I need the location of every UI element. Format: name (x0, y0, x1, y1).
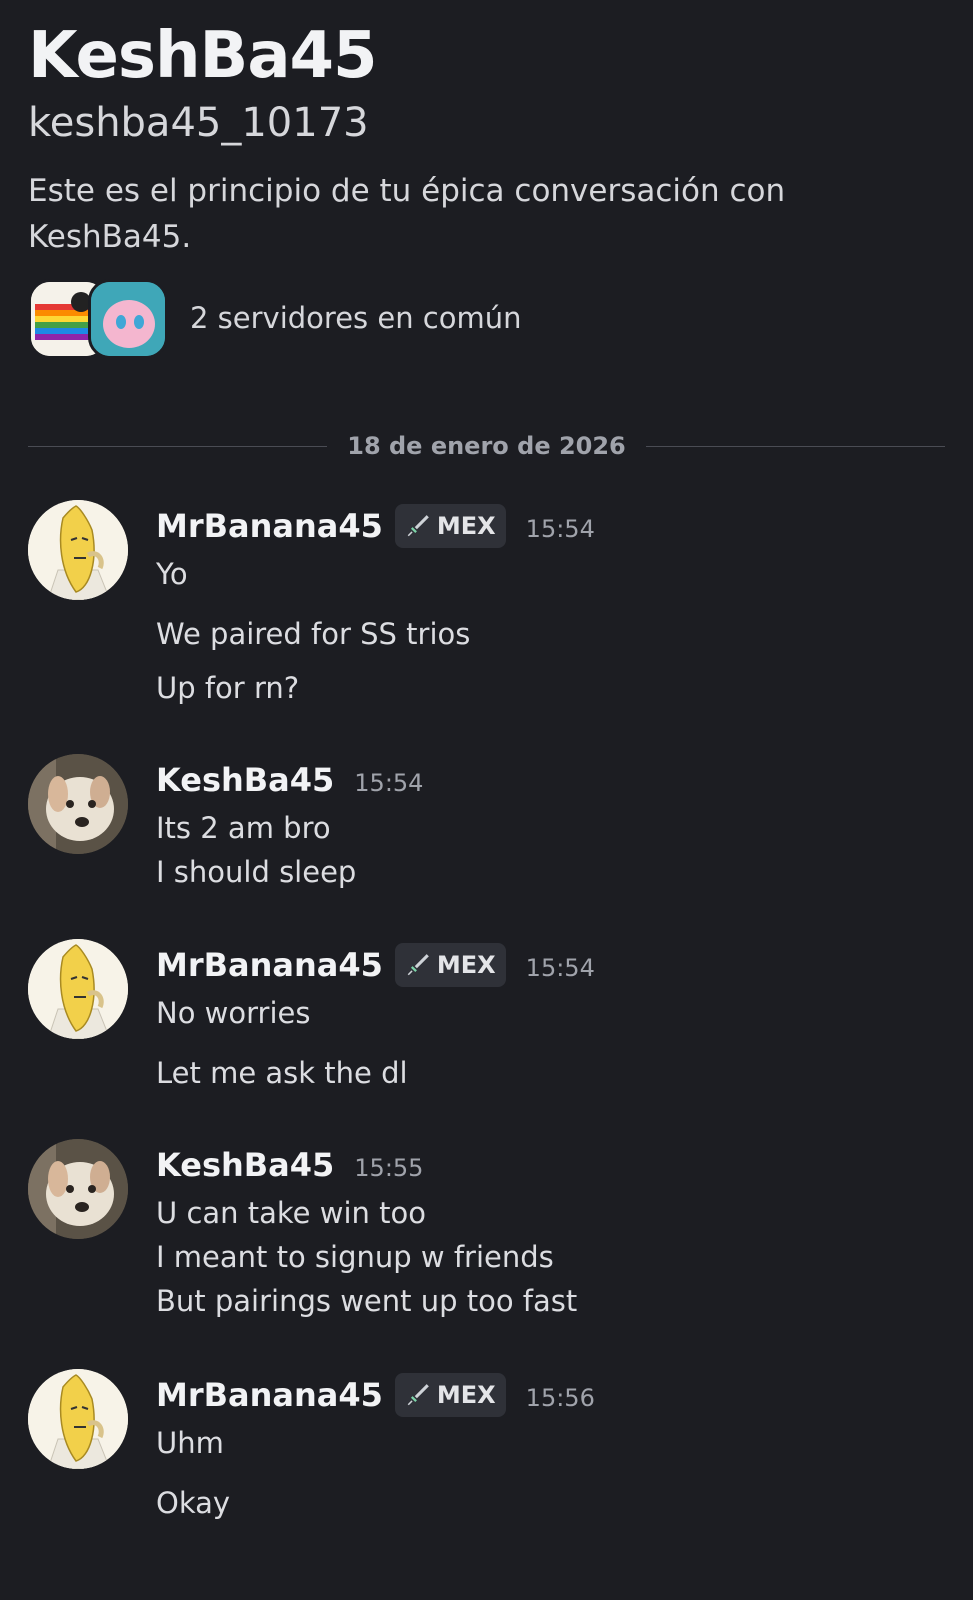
message-author[interactable]: MrBanana45 (156, 1376, 383, 1414)
message-header: KeshBa45 15:55 (156, 1139, 953, 1191)
profile-display-name: KeshBa45 (28, 19, 378, 93)
server-tag-label: MEX (436, 1381, 496, 1409)
message-text: Yo (156, 557, 188, 591)
message-text: U can take win too (156, 1196, 426, 1230)
mutual-servers[interactable]: 2 servidores en común (28, 278, 945, 359)
message-content: MrBanana45 MEX 15:56 Uhm Okay (156, 1369, 953, 1523)
message-text: Uhm (156, 1426, 224, 1460)
sword-icon (405, 513, 431, 539)
message-content: KeshBa45 15:54 Its 2 am bro I should sle… (156, 754, 953, 892)
message-author[interactable]: MrBanana45 (156, 507, 383, 545)
conversation-intro-text: Este es el principio de tu épica convers… (28, 173, 786, 255)
message-timestamp: 15:56 (525, 1384, 595, 1412)
sword-icon (405, 1382, 431, 1408)
message-header: MrBanana45 MEX 15:54 (156, 939, 953, 991)
message-text: Let me ask the dl (156, 1056, 408, 1090)
avatar[interactable] (28, 1139, 128, 1239)
avatar[interactable] (28, 939, 128, 1039)
message-timestamp: 15:54 (354, 769, 424, 797)
message-header: MrBanana45 MEX 15:56 (156, 1369, 953, 1421)
profile-username: keshba45_10173 (28, 100, 369, 146)
server-tag[interactable]: MEX (394, 943, 506, 987)
message-text: No worries (156, 996, 311, 1030)
avatar[interactable] (28, 1369, 128, 1469)
sword-icon (405, 952, 431, 978)
message-header: MrBanana45 MEX 15:54 (156, 500, 953, 552)
avatar[interactable] (28, 754, 128, 854)
message-text: Okay (156, 1486, 231, 1520)
message-text: I should sleep (156, 855, 357, 889)
message-timestamp: 15:54 (525, 515, 595, 543)
message-text: But pairings went up too fast (156, 1284, 578, 1318)
server-tag[interactable]: MEX (394, 504, 506, 548)
message-text: Its 2 am bro (156, 811, 331, 845)
message-author[interactable]: KeshBa45 (156, 1146, 334, 1184)
message-text: Up for rn? (156, 671, 300, 705)
message-timestamp: 15:55 (354, 1154, 424, 1182)
message-content: MrBanana45 MEX 15:54 No worries Let me a… (156, 939, 953, 1093)
divider-line-right (645, 445, 945, 447)
server-icon-mew[interactable] (88, 279, 168, 359)
message-text: I meant to signup w friends (156, 1240, 554, 1274)
message-author[interactable]: KeshBa45 (156, 761, 334, 799)
message-timestamp: 15:54 (525, 954, 595, 982)
server-tag-label: MEX (436, 512, 496, 540)
mutual-server-icons[interactable] (28, 279, 168, 359)
message-text: We paired for SS trios (156, 617, 471, 651)
message-content: KeshBa45 15:55 U can take win too I mean… (156, 1139, 953, 1321)
server-tag-label: MEX (436, 951, 496, 979)
message-author[interactable]: MrBanana45 (156, 946, 383, 984)
message-header: KeshBa45 15:54 (156, 754, 953, 806)
dm-profile-header: KeshBa45 keshba45_10173 Este es el princ… (28, 18, 945, 359)
mutual-servers-label[interactable]: 2 servidores en común (190, 301, 522, 335)
avatar[interactable] (28, 500, 128, 600)
server-tag[interactable]: MEX (394, 1373, 506, 1417)
date-divider: 18 de enero de 2026 (28, 418, 945, 474)
divider-line-left (28, 445, 328, 447)
message-content: MrBanana45 MEX 15:54 Yo We paired for SS… (156, 500, 953, 708)
date-divider-label: 18 de enero de 2026 (347, 432, 626, 460)
